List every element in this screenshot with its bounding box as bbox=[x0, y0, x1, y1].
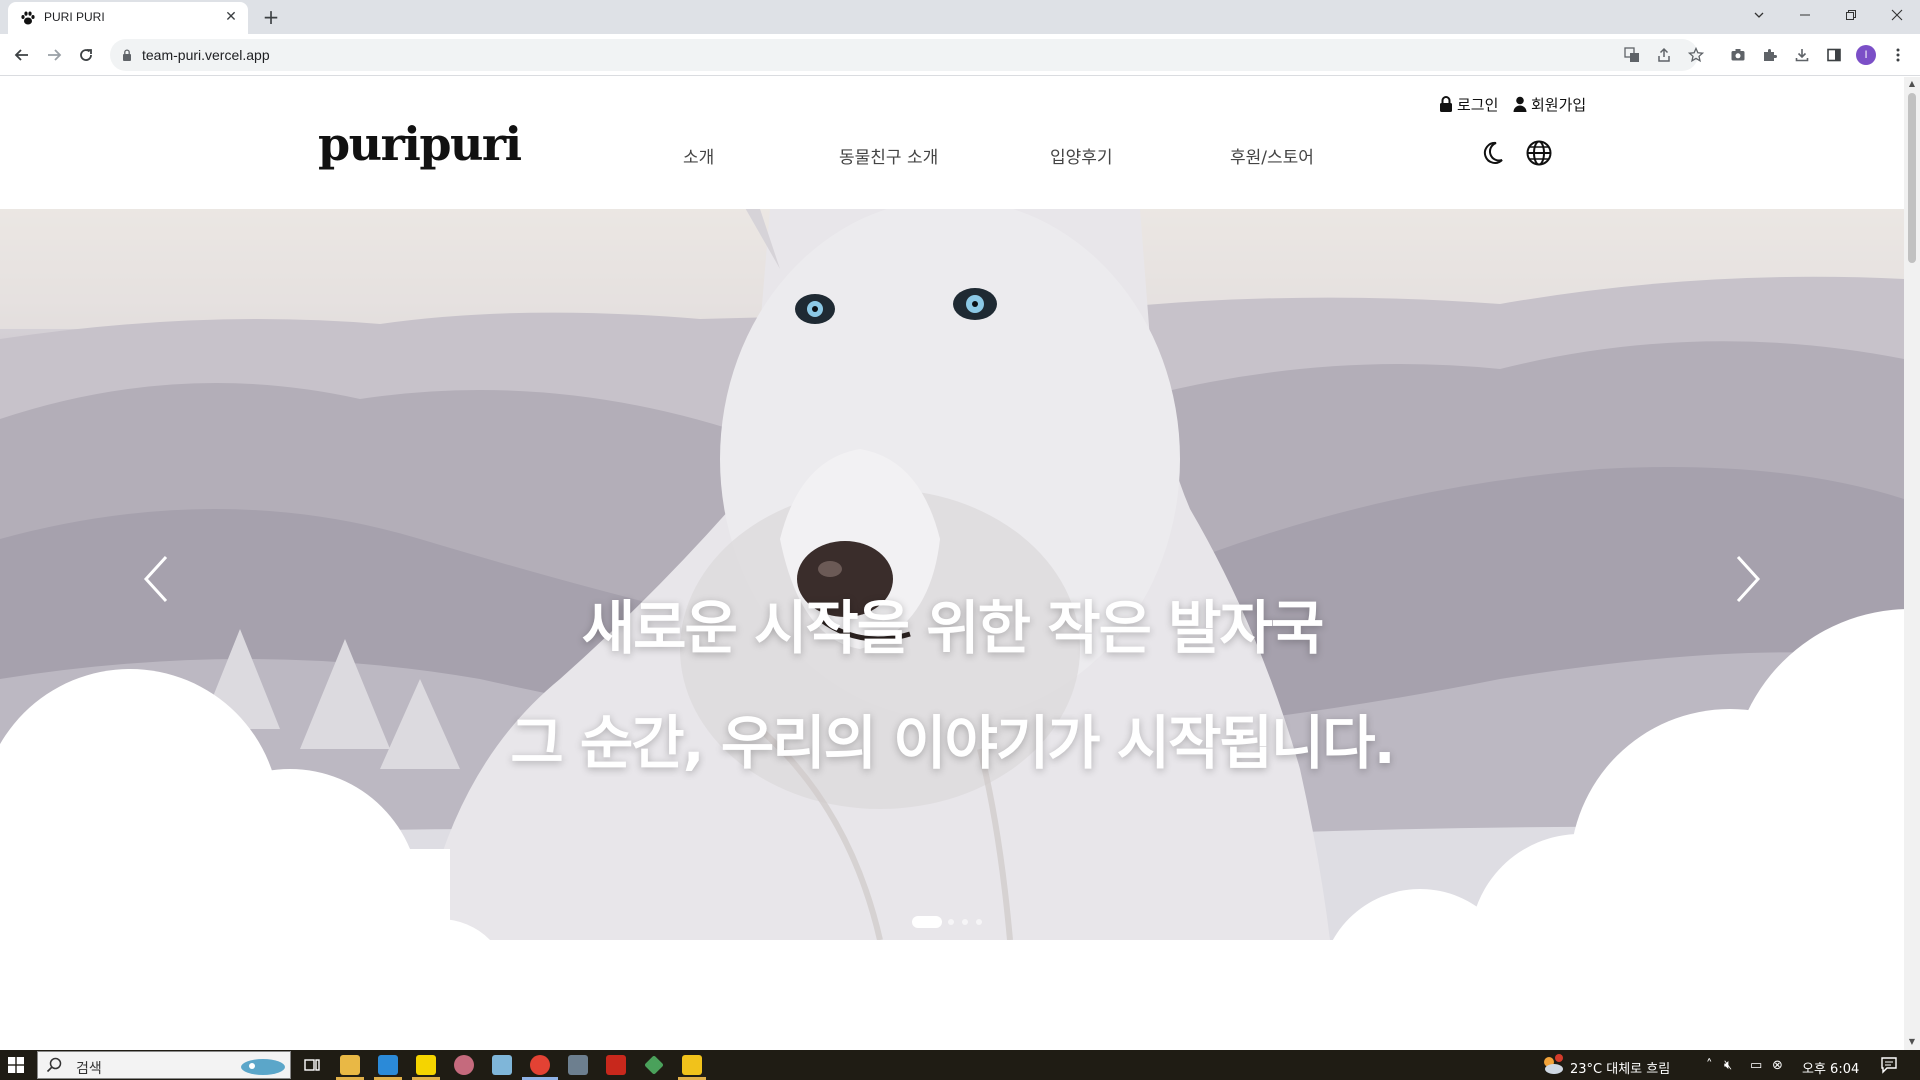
nav-item-animal-friends[interactable]: 동물친구 소개 bbox=[839, 143, 938, 168]
web-page: 로그인 회원가입 puripuri 소개 동물친구 소개 입양후기 후원/스토어 bbox=[0, 77, 1904, 1050]
forward-arrow-icon bbox=[48, 49, 62, 61]
taskbar-search[interactable]: 검색 bbox=[37, 1051, 291, 1079]
slider-dot[interactable] bbox=[976, 919, 982, 925]
screenshot-camera-icon[interactable] bbox=[1728, 45, 1748, 65]
scroll-down-icon[interactable]: ▼ bbox=[1908, 1038, 1916, 1046]
tray-chevron-up-icon[interactable]: ˄ bbox=[1706, 1058, 1713, 1073]
slider-dot[interactable] bbox=[962, 919, 968, 925]
signup-label: 회원가입 bbox=[1531, 95, 1587, 114]
search-icon bbox=[46, 1057, 62, 1073]
user-icon bbox=[1513, 96, 1527, 112]
nav-item-about[interactable]: 소개 bbox=[683, 143, 714, 168]
page-scrollbar[interactable]: ▲ ▼ bbox=[1904, 77, 1920, 1050]
back-arrow-icon bbox=[14, 49, 28, 61]
bookmark-star-icon[interactable] bbox=[1686, 45, 1706, 65]
minimize-button[interactable] bbox=[1782, 0, 1828, 30]
browser-tab[interactable]: PURI PURI ✕ bbox=[8, 2, 248, 34]
lock-icon bbox=[1440, 96, 1452, 112]
calculator-icon[interactable] bbox=[568, 1055, 588, 1075]
language-globe-icon[interactable] bbox=[1525, 139, 1553, 167]
share-icon[interactable] bbox=[1654, 45, 1674, 65]
side-panel-icon[interactable] bbox=[1824, 45, 1844, 65]
lock-icon bbox=[123, 49, 131, 61]
close-window-button[interactable] bbox=[1874, 0, 1920, 30]
notepad-icon[interactable] bbox=[492, 1055, 512, 1075]
hero-slider: 새로운 시작을 위한 작은 발자국 그 순간, 우리의 이야기가 시작됩니다. bbox=[0, 209, 1904, 940]
notification-icon[interactable] bbox=[1880, 1056, 1898, 1074]
tab-close-icon[interactable]: ✕ bbox=[222, 8, 240, 26]
paw-icon bbox=[21, 11, 35, 25]
windows-start-icon[interactable] bbox=[8, 1057, 24, 1073]
chrome-menu-icon[interactable] bbox=[1888, 45, 1908, 65]
app-icon[interactable] bbox=[454, 1055, 474, 1075]
slider-dot-active[interactable] bbox=[912, 916, 942, 928]
translate-icon[interactable] bbox=[1622, 45, 1642, 65]
dark-mode-moon-icon[interactable] bbox=[1479, 139, 1507, 167]
profile-avatar[interactable]: I bbox=[1856, 45, 1876, 65]
kakaotalk-icon[interactable] bbox=[416, 1055, 436, 1075]
network-icon[interactable]: ▭ bbox=[1750, 1058, 1762, 1073]
chrome-icon[interactable] bbox=[530, 1055, 550, 1075]
hero-headline-1: 새로운 시작을 위한 작은 발자국 bbox=[581, 594, 1324, 662]
chevron-right-icon bbox=[1736, 555, 1761, 603]
browser-tab-bar: PURI PURI ✕ + bbox=[0, 0, 1920, 34]
scroll-thumb[interactable] bbox=[1908, 93, 1916, 263]
clock[interactable]: 오후 6:04 bbox=[1802, 1058, 1859, 1077]
reload-icon bbox=[80, 49, 92, 61]
new-tab-button[interactable]: + bbox=[258, 4, 284, 30]
tray-status-icon[interactable]: ⊗ bbox=[1772, 1058, 1783, 1073]
slider-dot[interactable] bbox=[948, 919, 954, 925]
tab-title: PURI PURI bbox=[44, 10, 105, 24]
scroll-up-icon[interactable]: ▲ bbox=[1908, 80, 1916, 88]
hero-headline-2: 그 순간, 우리의 이야기가 시작됩니다. bbox=[510, 709, 1395, 777]
sticky-notes-icon[interactable] bbox=[682, 1055, 702, 1075]
browser-toolbar: team-puri.vercel.app I bbox=[0, 34, 1920, 76]
search-highlight-image bbox=[241, 1059, 285, 1075]
forward-button[interactable] bbox=[40, 41, 68, 69]
url-text: team-puri.vercel.app bbox=[142, 47, 270, 63]
windows-taskbar: 검색 23°C 대체로 흐림 ˄ 🔇︎ ▭ ⊗ 오후 6:04 bbox=[0, 1050, 1920, 1080]
back-button[interactable] bbox=[8, 41, 36, 69]
chevron-left-icon bbox=[143, 555, 168, 603]
file-explorer-icon[interactable] bbox=[340, 1055, 360, 1075]
volume-mute-icon[interactable]: 🔇︎ bbox=[1724, 1058, 1732, 1073]
tab-search-icon[interactable] bbox=[1736, 0, 1782, 30]
vscode-icon[interactable] bbox=[378, 1055, 398, 1075]
weather-text[interactable]: 23°C 대체로 흐림 bbox=[1570, 1058, 1670, 1077]
signup-link[interactable]: 회원가입 bbox=[1513, 94, 1586, 114]
slider-next-button[interactable] bbox=[1728, 549, 1768, 609]
task-view-icon[interactable] bbox=[302, 1055, 322, 1075]
download-icon[interactable] bbox=[1792, 45, 1812, 65]
site-logo[interactable]: puripuri bbox=[318, 117, 522, 171]
reload-button[interactable] bbox=[72, 41, 100, 69]
weather-cloudy-icon[interactable] bbox=[1540, 1054, 1564, 1076]
address-bar[interactable]: team-puri.vercel.app bbox=[110, 39, 1704, 71]
login-label: 로그인 bbox=[1457, 95, 1499, 114]
hero-husky-image bbox=[0, 209, 1904, 940]
taskbar-search-text: 검색 bbox=[76, 1061, 102, 1077]
extensions-puzzle-icon[interactable] bbox=[1760, 45, 1780, 65]
nav-item-adoption-reviews[interactable]: 입양후기 bbox=[1050, 143, 1113, 168]
restore-button[interactable] bbox=[1828, 0, 1874, 30]
app-icon[interactable] bbox=[644, 1055, 664, 1075]
slider-prev-button[interactable] bbox=[136, 549, 176, 609]
login-link[interactable]: 로그인 bbox=[1439, 94, 1498, 114]
nav-item-support-store[interactable]: 후원/스토어 bbox=[1230, 143, 1314, 168]
filezilla-icon[interactable] bbox=[606, 1055, 626, 1075]
